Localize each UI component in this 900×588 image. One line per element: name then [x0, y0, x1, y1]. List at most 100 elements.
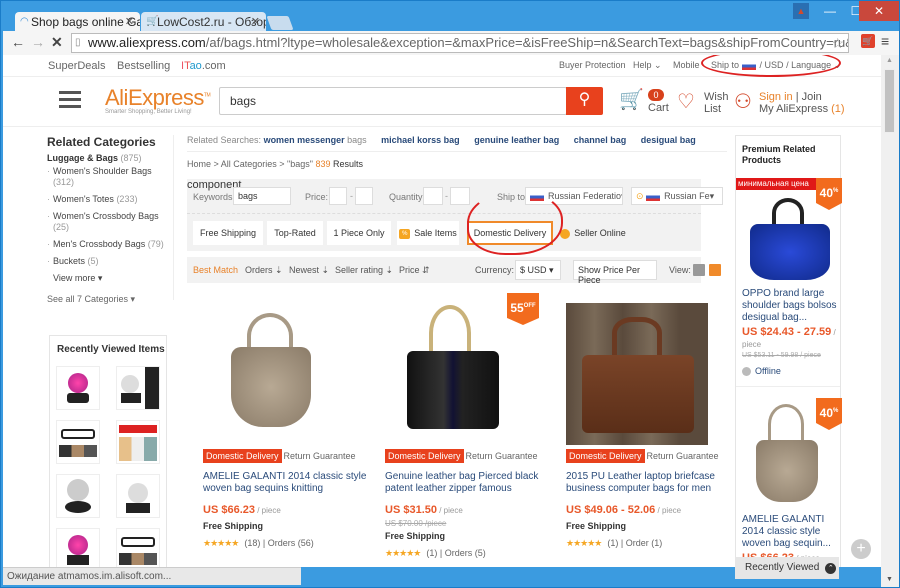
minimize-button[interactable]: — — [819, 1, 841, 21]
keywords-input[interactable]: bags — [233, 187, 291, 205]
search-button[interactable]: ⚲ — [566, 87, 603, 115]
quantity-max-input[interactable] — [450, 187, 470, 205]
menu-icon[interactable]: ≡ — [881, 33, 889, 49]
recent-item-talking-hamster[interactable] — [116, 420, 160, 464]
page-scrollbar[interactable]: ▲ ▼ — [881, 55, 899, 587]
quantity-min-input[interactable] — [423, 187, 443, 205]
tab-active[interactable]: ◠ Shop bags online Ga ✕ — [15, 12, 140, 32]
cart-icon[interactable]: 🛒 — [619, 87, 644, 112]
sort-newest[interactable]: Newest ⇣ — [289, 265, 329, 276]
mobile-link[interactable]: Mobile — [673, 60, 700, 70]
breadcrumb-path[interactable]: Home > All Categories > "bags" — [187, 159, 313, 169]
recent-item-plasma-ball[interactable] — [116, 474, 160, 518]
product-tags: Domestic Delivery Return Guarantee — [203, 449, 356, 463]
forward-arrow-icon[interactable]: → — [31, 34, 45, 50]
premium-product-title[interactable]: OPPO brand large shoulder bags bolsos de… — [742, 288, 838, 324]
cart-label[interactable]: Cart — [648, 102, 669, 114]
recent-item-glasses[interactable] — [116, 528, 160, 567]
premium-product-image[interactable] — [746, 196, 832, 282]
recent-item-glasses[interactable] — [56, 420, 100, 464]
help-menu[interactable]: Help ⌄ — [633, 60, 662, 71]
search-input[interactable]: bags — [219, 87, 567, 115]
recent-item-plasma-ball[interactable] — [56, 474, 100, 518]
tab-close-icon[interactable]: ✕ — [125, 15, 134, 28]
sort-seller-rating[interactable]: Seller rating ⇣ — [335, 265, 393, 276]
sign-in-link[interactable]: Sign in — [759, 91, 793, 103]
category-item[interactable]: Buckets (5) — [47, 256, 173, 267]
heart-icon[interactable]: ♡ — [677, 89, 695, 114]
tab-close-icon[interactable]: ✕ — [251, 15, 260, 28]
top-rated-filter[interactable]: Top-Rated — [267, 221, 323, 245]
my-aliexpress-link[interactable]: My AliExpress — [759, 103, 828, 115]
cart-count-badge: 0 — [648, 89, 664, 101]
tab-inactive[interactable]: 🛒 LowCost2.ru - Обзор ✕ — [141, 12, 266, 32]
sort-best-match[interactable]: Best Match — [193, 265, 238, 275]
recent-item-plasma-ball[interactable] — [56, 366, 100, 410]
product-title[interactable]: 2015 PU Leather laptop briefcase busines… — [566, 471, 736, 495]
grid-view-icon[interactable] — [709, 264, 721, 276]
itao-link[interactable]: ITao.com — [181, 60, 226, 72]
seller-online-filter[interactable]: Seller Online — [559, 221, 627, 245]
view-more-link[interactable]: View more ▾ — [47, 273, 173, 284]
related-search-link[interactable]: women messenger bags — [264, 135, 367, 145]
currency-select[interactable]: $ USD ▾ — [515, 260, 561, 280]
sort-orders[interactable]: Orders ⇣ — [245, 265, 283, 276]
close-window-button[interactable]: ✕ — [859, 1, 899, 21]
product-rating: ★★★★★ (18) | Orders (56) — [203, 538, 314, 549]
cart-favicon-icon: 🛒 — [146, 16, 159, 27]
one-piece-only-filter[interactable]: 1 Piece Only — [327, 221, 391, 245]
ship-from-select[interactable]: ⊙ Russian Fe▾ — [631, 187, 723, 205]
free-shipping-filter[interactable]: Free Shipping — [193, 221, 263, 245]
product-price: US $49.06 - 52.06 / piece — [566, 504, 681, 516]
bestselling-link[interactable]: Bestselling — [117, 60, 170, 72]
superdeals-link[interactable]: SuperDeals — [48, 60, 105, 72]
scroll-up-arrow-icon[interactable]: ▲ — [886, 57, 893, 64]
russia-flag-icon — [646, 192, 661, 201]
category-luggage-bags[interactable]: Luggage & Bags (875) — [47, 153, 173, 163]
user-profile-icon[interactable]: ▲ — [793, 3, 809, 19]
bookmark-star-icon[interactable]: ☆ — [831, 34, 844, 52]
price-max-input[interactable] — [355, 187, 373, 205]
recent-item-plasma-ball[interactable] — [116, 366, 160, 410]
category-item[interactable]: Women's Crossbody Bags (25) — [47, 211, 173, 233]
new-tab-button[interactable] — [266, 16, 294, 30]
show-price-per-piece-button[interactable]: Show Price Per Piece — [573, 260, 657, 285]
address-bar[interactable]: ▯ www.aliexpress.com/af/bags.html?ltype=… — [71, 33, 849, 53]
wish-list-link[interactable]: Wish List — [704, 91, 728, 115]
category-item[interactable]: Women's Shoulder Bags (312) — [47, 166, 173, 188]
join-link[interactable]: | Join — [796, 91, 822, 103]
review-count[interactable]: (1) — [426, 548, 437, 558]
category-item[interactable]: Women's Totes (233) — [47, 194, 173, 205]
product-image[interactable] — [566, 303, 708, 445]
hamburger-menu-icon[interactable] — [59, 91, 81, 108]
review-count[interactable]: (18) — [244, 538, 260, 548]
see-all-categories-link[interactable]: See all 7 Categories ▾ — [47, 294, 173, 305]
related-search-link[interactable]: genuine leather bag — [474, 135, 559, 145]
premium-product-image[interactable] — [746, 398, 832, 508]
premium-product-title[interactable]: AMELIE GALANTI 2014 classic style woven … — [742, 514, 838, 550]
scroll-down-arrow-icon[interactable]: ▼ — [886, 576, 893, 583]
category-item[interactable]: Men's Crossbody Bags (79) — [47, 239, 173, 250]
user-icon[interactable]: ⚇ — [734, 89, 752, 114]
related-search-link[interactable]: desigual bag — [641, 135, 696, 145]
sort-price[interactable]: Price ⇵ — [399, 265, 430, 276]
aliexpress-logo[interactable]: AliExpressTM Smarter Shopping, Better Li… — [105, 85, 211, 115]
recent-item-plasma-ball[interactable] — [56, 528, 100, 567]
related-search-link[interactable]: michael korss bag — [381, 135, 460, 145]
product-title[interactable]: AMELIE GALANTI 2014 classic style woven … — [203, 471, 373, 495]
buyer-protection-link[interactable]: Buyer Protection — [559, 60, 626, 70]
sale-items-filter[interactable]: % Sale Items — [397, 221, 459, 245]
review-count[interactable]: (1) — [607, 538, 618, 548]
stop-icon[interactable]: ✕ — [51, 34, 63, 51]
product-price: US $31.50 / piece — [385, 504, 463, 516]
product-image[interactable] — [203, 291, 353, 436]
back-arrow-icon[interactable]: ← — [11, 34, 25, 50]
scrollbar-thumb[interactable] — [884, 69, 895, 133]
aliexpress-extension-cart-icon[interactable]: 🛒 — [861, 34, 875, 48]
recently-viewed-button[interactable]: Recently Viewed ⌃ — [735, 557, 839, 579]
price-min-input[interactable] — [329, 187, 347, 205]
related-search-link[interactable]: channel bag — [574, 135, 627, 145]
list-view-icon[interactable] — [693, 264, 705, 276]
product-title[interactable]: Genuine leather bag Pierced black patent… — [385, 471, 555, 495]
add-plus-icon[interactable]: + — [851, 539, 871, 559]
